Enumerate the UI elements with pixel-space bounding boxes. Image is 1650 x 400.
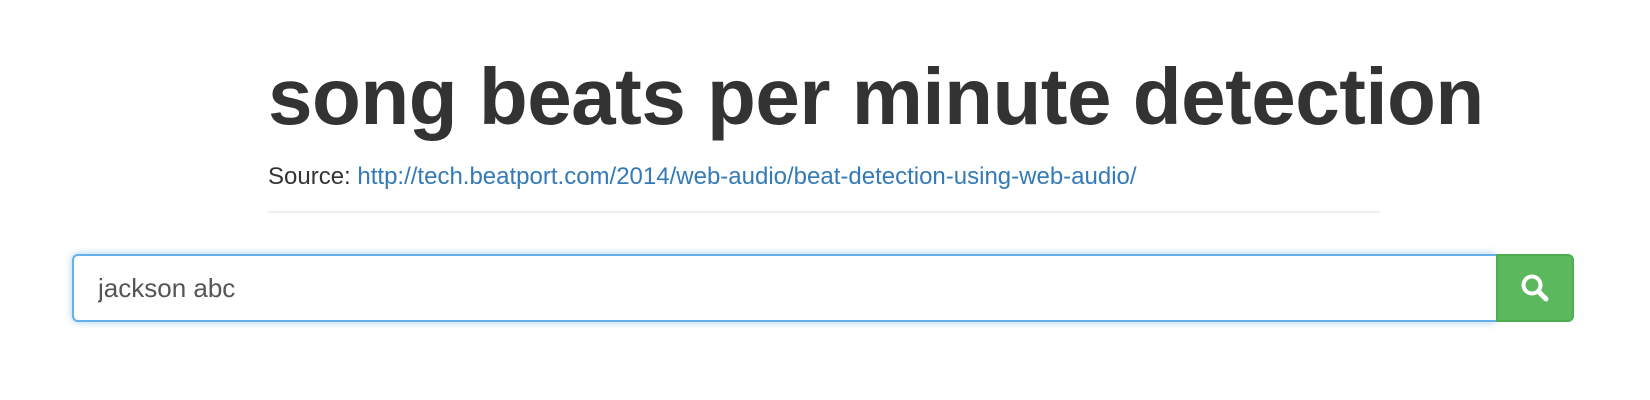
- source-line: Source: http://tech.beatport.com/2014/we…: [268, 162, 1380, 192]
- header-divider: [268, 211, 1380, 213]
- page-title: song beats per minute detection: [268, 52, 1484, 141]
- search-button[interactable]: [1496, 254, 1574, 322]
- search-group: [72, 254, 1574, 322]
- source-link[interactable]: http://tech.beatport.com/2014/web-audio/…: [357, 163, 1136, 190]
- search-icon: [1520, 273, 1550, 303]
- page-header: song beats per minute detection Source: …: [268, 52, 1484, 192]
- page: song beats per minute detection Source: …: [0, 0, 1650, 400]
- source-label: Source:: [268, 163, 351, 190]
- search-input[interactable]: [72, 254, 1496, 322]
